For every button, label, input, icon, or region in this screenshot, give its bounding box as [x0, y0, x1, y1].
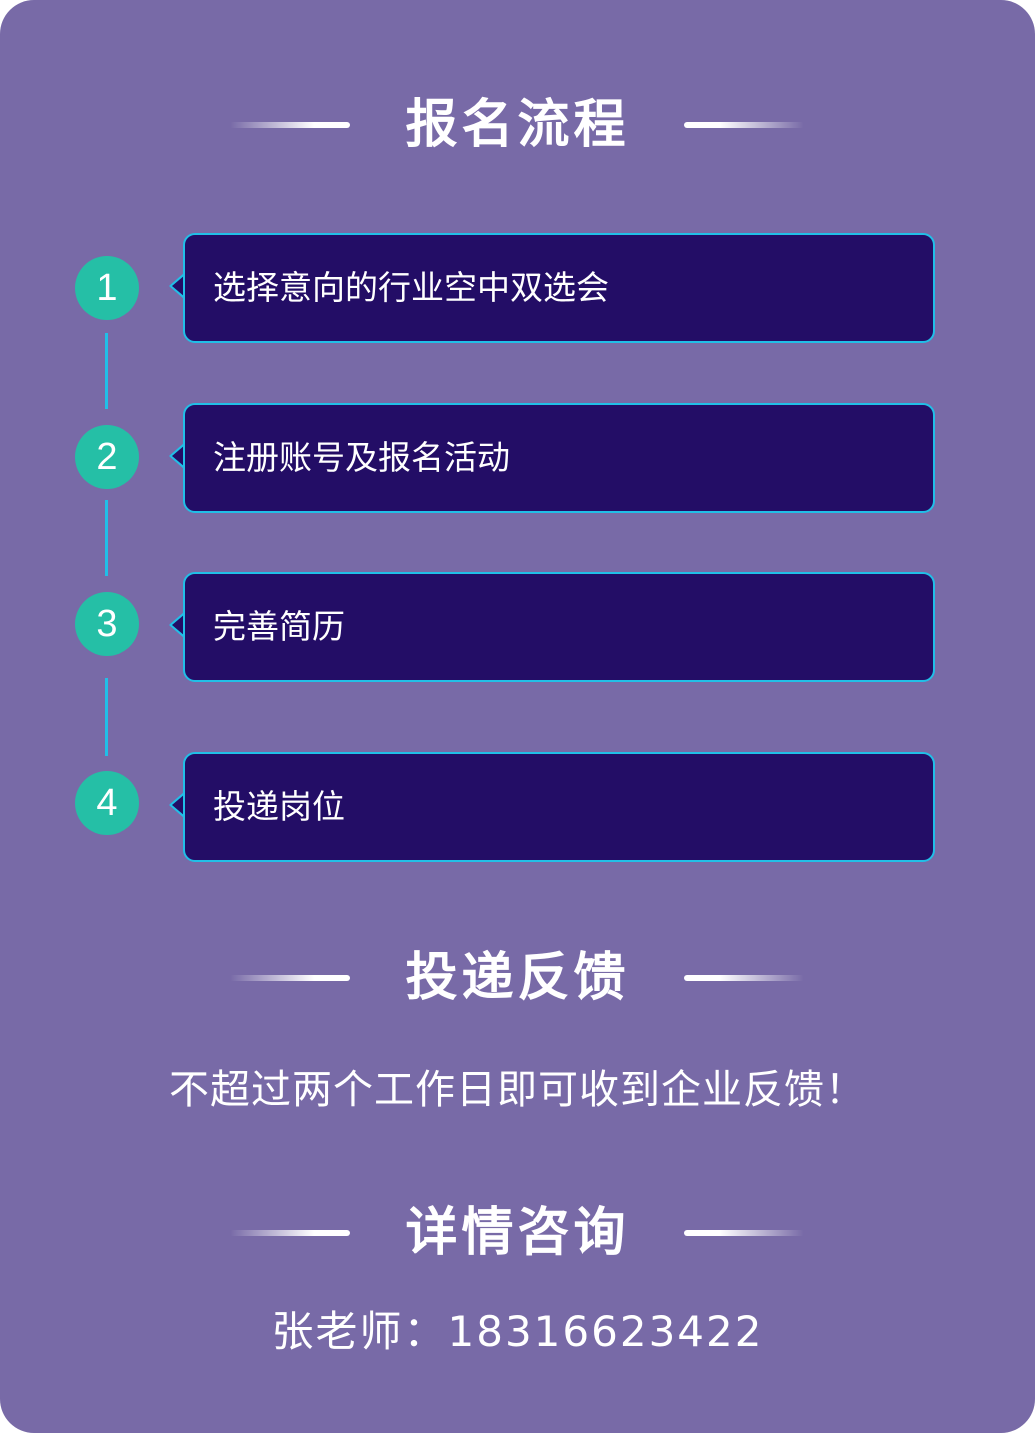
step-box: 选择意向的行业空中双选会	[183, 233, 935, 343]
feedback-header: 投递反馈	[0, 938, 1035, 1018]
step-item-1: 1 选择意向的行业空中双选会	[0, 233, 1035, 343]
step-label: 投递岗位	[213, 787, 345, 826]
step-box: 投递岗位	[183, 752, 935, 862]
registration-process-card: 报名流程 1 选择意向的行业空中双选会 2 注册账号及报名活动 3 完善简历 4…	[0, 0, 1035, 1433]
step-item-3: 3 完善简历	[0, 572, 1035, 682]
header-decor-line-right	[684, 975, 804, 981]
contact-info: 张老师：18316623422	[271, 1307, 764, 1356]
step-label: 注册账号及报名活动	[213, 438, 510, 477]
header-decor-line-right	[684, 1230, 804, 1236]
feedback-description: 不超过两个工作日即可收到企业反馈！	[169, 1067, 866, 1113]
step-connector-line	[105, 333, 108, 409]
step-number-badge: 1	[75, 256, 139, 320]
consult-header: 详情咨询	[0, 1193, 1035, 1273]
step-connector-line	[105, 678, 108, 756]
step-number-badge: 3	[75, 592, 139, 656]
step-number-badge: 2	[75, 425, 139, 489]
consult-title: 详情咨询	[405, 1203, 630, 1263]
step-number-badge: 4	[75, 771, 139, 835]
step-item-4: 4 投递岗位	[0, 752, 1035, 862]
header-decor-line-right	[684, 122, 804, 128]
registration-process-title: 报名流程	[405, 95, 630, 155]
feedback-title: 投递反馈	[405, 948, 630, 1008]
step-box: 注册账号及报名活动	[183, 403, 935, 513]
registration-process-header: 报名流程	[0, 85, 1035, 165]
step-box: 完善简历	[183, 572, 935, 682]
step-item-2: 2 注册账号及报名活动	[0, 403, 1035, 513]
step-label: 选择意向的行业空中双选会	[213, 268, 609, 307]
step-label: 完善简历	[213, 607, 345, 646]
